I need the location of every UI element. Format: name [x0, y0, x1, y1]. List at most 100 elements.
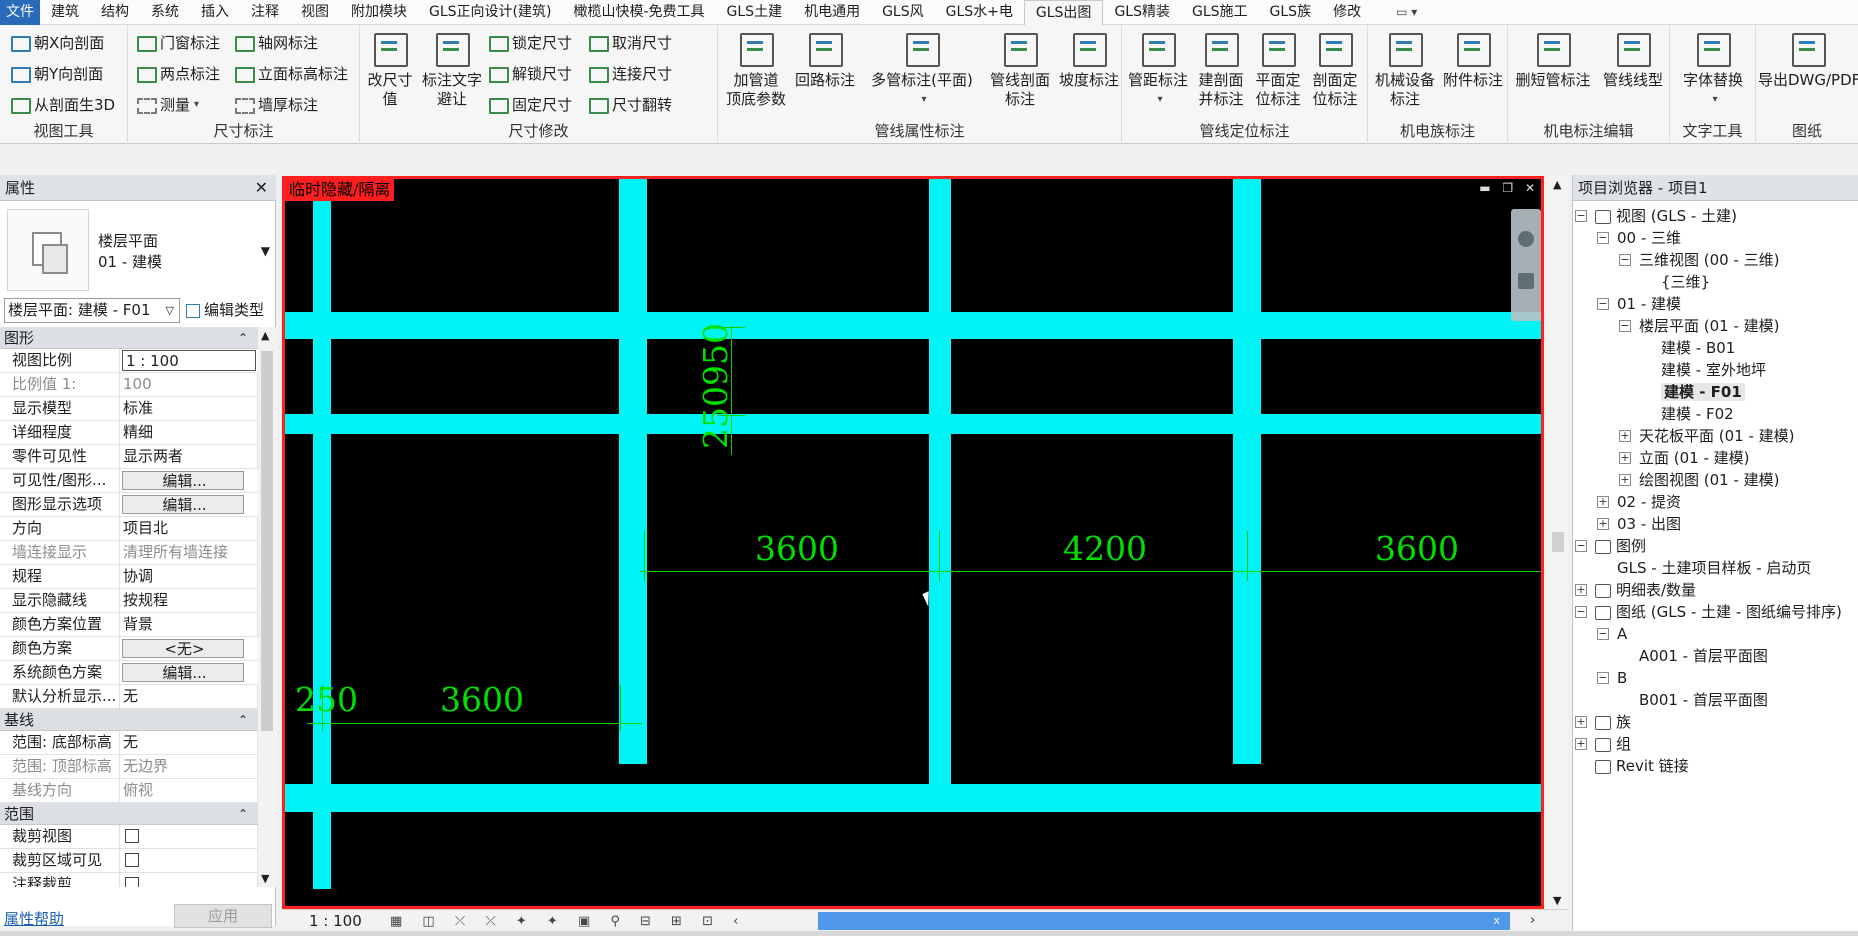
- property-value[interactable]: 背景: [120, 613, 258, 636]
- tree-node[interactable]: − A: [1573, 623, 1858, 645]
- view-scale[interactable]: 1 : 100: [309, 910, 362, 932]
- property-checkbox-cell[interactable]: [120, 873, 258, 887]
- multi-pipe-tag-button[interactable]: 多管标注(平面) ▾: [862, 29, 982, 109]
- menu-tab-16[interactable]: GLS施工: [1181, 0, 1259, 25]
- property-value[interactable]: 1 : 100: [122, 350, 256, 371]
- tree-node[interactable]: − 楼层平面 (01 - 建模): [1573, 315, 1858, 337]
- accessory-tag-button[interactable]: 附件标注: [1440, 29, 1506, 90]
- tree-node[interactable]: −01 - 建模: [1573, 293, 1858, 315]
- property-value[interactable]: 按规程: [120, 589, 258, 612]
- create-section-dim-button[interactable]: 建剖面 并标注: [1192, 29, 1250, 109]
- property-value[interactable]: 无: [120, 685, 258, 708]
- checkbox[interactable]: [125, 853, 139, 867]
- door-window-dim-button[interactable]: 门窗标注: [134, 31, 220, 53]
- view-window-controls[interactable]: ▬ ❐ ✕: [1479, 181, 1539, 195]
- x-section-button[interactable]: 朝X向剖面: [8, 31, 104, 53]
- tree-node[interactable]: + 组: [1573, 733, 1858, 755]
- section-position-dim-button[interactable]: 剖面定 位标注: [1306, 29, 1364, 109]
- slope-tag-button[interactable]: 坡度标注: [1056, 29, 1122, 90]
- delete-short-pipe-tag-button[interactable]: 删短管标注: [1508, 29, 1598, 90]
- collapse-icon[interactable]: ⌃: [238, 327, 248, 349]
- zoom-icon[interactable]: [1518, 273, 1534, 289]
- viewport-hscrollbar[interactable]: x: [818, 912, 1510, 930]
- tree-node[interactable]: Revit 链接: [1573, 755, 1858, 777]
- expand-icon[interactable]: +: [1597, 518, 1609, 530]
- pipe-linetype-button[interactable]: 管线线型: [1598, 29, 1668, 90]
- close-icon[interactable]: ✕: [255, 175, 268, 201]
- fix-dim-button[interactable]: 固定尺寸: [486, 93, 572, 115]
- menu-tab-1[interactable]: 建筑: [40, 0, 90, 25]
- expand-icon[interactable]: +: [1575, 738, 1587, 750]
- scroll-thumb[interactable]: [1552, 532, 1564, 552]
- property-value[interactable]: 编辑...: [122, 663, 244, 682]
- navigation-bar[interactable]: [1511, 209, 1541, 321]
- checkbox[interactable]: [125, 877, 139, 887]
- collapse-icon[interactable]: −: [1575, 540, 1587, 552]
- collapse-icon[interactable]: −: [1575, 210, 1587, 222]
- property-checkbox-cell[interactable]: [120, 849, 258, 872]
- tree-node[interactable]: − 三维视图 (00 - 三维): [1573, 249, 1858, 271]
- collapse-icon[interactable]: −: [1597, 672, 1609, 684]
- tree-node[interactable]: +02 - 提资: [1573, 491, 1858, 513]
- property-value[interactable]: 标准: [120, 397, 258, 420]
- menu-tab-6[interactable]: 视图: [290, 0, 340, 25]
- expand-icon[interactable]: +: [1597, 496, 1609, 508]
- menu-tab-7[interactable]: 附加模块: [340, 0, 418, 25]
- wall-thickness-dim-button[interactable]: 墙厚标注: [232, 93, 318, 115]
- property-value[interactable]: <无>: [122, 639, 244, 658]
- property-value[interactable]: 编辑...: [122, 471, 244, 490]
- scroll-up-icon[interactable]: ▲: [1553, 178, 1561, 191]
- y-section-button[interactable]: 朝Y向剖面: [8, 62, 103, 84]
- edit-type-button[interactable]: 编辑类型: [186, 299, 264, 322]
- tree-node[interactable]: + 绘图视图 (01 - 建模): [1573, 469, 1858, 491]
- checkbox[interactable]: [125, 829, 139, 843]
- pipe-section-tag-button[interactable]: 管线剖面 标注: [984, 29, 1056, 109]
- drawing-viewport[interactable]: 3600 4200 3600 250 3600 250950 临时隐藏/隔离 ▬…: [282, 176, 1544, 909]
- scroll-up-icon[interactable]: ▲: [261, 329, 269, 342]
- grid-dim-button[interactable]: 轴网标注: [232, 31, 318, 53]
- tree-node[interactable]: 建模 - F01: [1573, 381, 1858, 403]
- tree-node[interactable]: {三维}: [1573, 271, 1858, 293]
- circuit-tag-button[interactable]: 回路标注: [790, 29, 860, 90]
- expand-icon[interactable]: +: [1619, 430, 1631, 442]
- menu-tab-12[interactable]: GLS风: [871, 0, 935, 25]
- tree-node[interactable]: −00 - 三维: [1573, 227, 1858, 249]
- expand-icon[interactable]: +: [1575, 716, 1587, 728]
- tree-node[interactable]: + 立面 (01 - 建模): [1573, 447, 1858, 469]
- menu-tab-10[interactable]: GLS土建: [716, 0, 794, 25]
- collapse-icon[interactable]: −: [1619, 320, 1631, 332]
- measure-button[interactable]: 测量 ▾: [134, 93, 199, 115]
- dim-text-avoid-button[interactable]: 标注文字 避让: [418, 29, 486, 109]
- collapse-icon[interactable]: −: [1597, 232, 1609, 244]
- menu-tab-4[interactable]: 插入: [190, 0, 240, 25]
- menu-tab-0[interactable]: 文件: [0, 0, 40, 25]
- collapse-icon[interactable]: ⌃: [238, 709, 248, 731]
- property-group-header[interactable]: 范围 ⌃: [0, 803, 258, 825]
- cancel-dim-button[interactable]: 取消尺寸: [586, 31, 672, 53]
- tree-node[interactable]: + 族: [1573, 711, 1858, 733]
- plan-position-dim-button[interactable]: 平面定 位标注: [1250, 29, 1306, 109]
- property-value[interactable]: 项目北: [120, 517, 258, 540]
- expand-icon[interactable]: +: [1619, 452, 1631, 464]
- expand-icon[interactable]: +: [1575, 584, 1587, 596]
- property-value[interactable]: 无: [120, 731, 258, 754]
- tree-node[interactable]: + 明细表/数量: [1573, 579, 1858, 601]
- export-dwg-pdf-button[interactable]: 导出DWG/PDF: [1758, 29, 1858, 90]
- instance-select[interactable]: 楼层平面: 建模 - F01 ▽: [4, 298, 180, 323]
- expand-icon[interactable]: +: [1619, 474, 1631, 486]
- pipe-top-bottom-button[interactable]: 加管道 顶底参数: [722, 29, 790, 109]
- type-selector[interactable]: 楼层平面 01 - 建模 ▼: [4, 206, 272, 294]
- change-dim-value-button[interactable]: 改尺寸 值: [364, 29, 416, 109]
- tree-node[interactable]: +03 - 出图: [1573, 513, 1858, 535]
- close-icon[interactable]: x: [1493, 912, 1500, 930]
- property-group-header[interactable]: 基线 ⌃: [0, 709, 258, 731]
- menu-tab-18[interactable]: 修改: [1322, 0, 1372, 25]
- tree-node[interactable]: + 天花板平面 (01 - 建模): [1573, 425, 1858, 447]
- tree-node[interactable]: 建模 - F02: [1573, 403, 1858, 425]
- flip-dim-button[interactable]: 尺寸翻转: [586, 93, 672, 115]
- lock-dim-button[interactable]: 锁定尺寸: [486, 31, 572, 53]
- menu-tab-9[interactable]: 橄榄山快模-免费工具: [562, 0, 715, 25]
- scroll-down-icon[interactable]: ▼: [261, 872, 269, 885]
- collapse-icon[interactable]: −: [1597, 298, 1609, 310]
- collapse-icon[interactable]: −: [1575, 606, 1587, 618]
